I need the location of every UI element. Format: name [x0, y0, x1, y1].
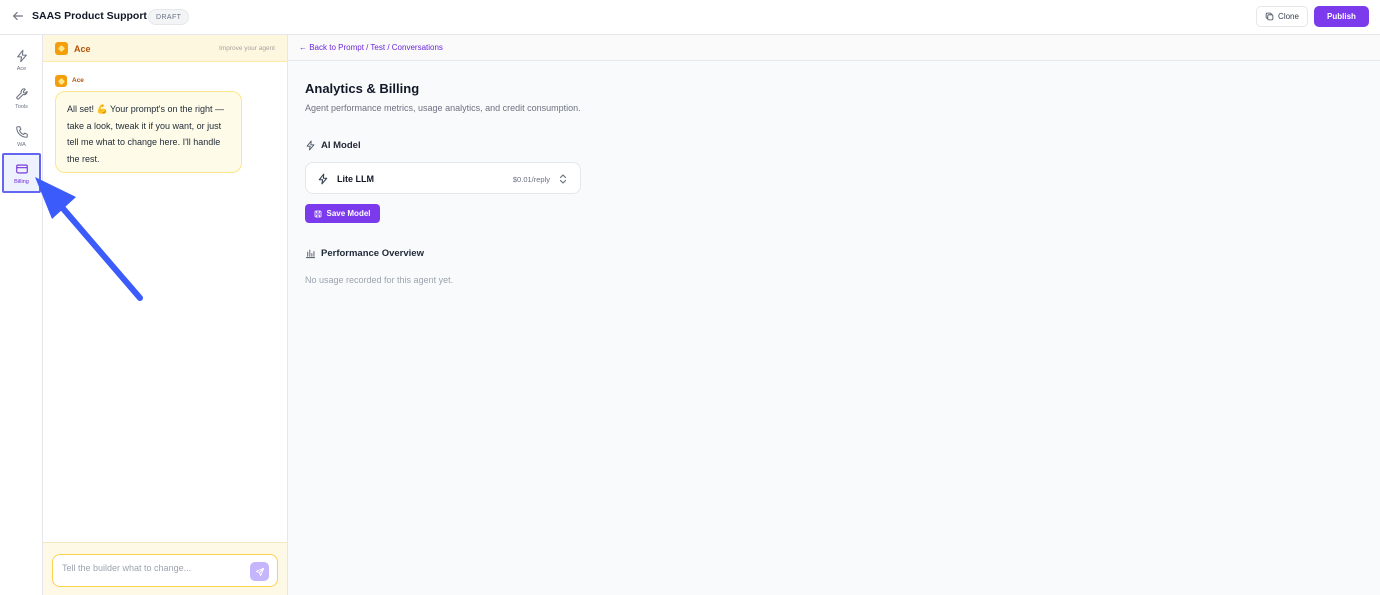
performance-heading-label: Performance Overview	[321, 248, 424, 259]
main-content: ← Back to Prompt / Test / Conversations …	[288, 35, 1380, 595]
builder-chat-panel: Ace Improve your agent Ace All set! 💪 Yo…	[43, 35, 288, 595]
rail-item-label: WA	[17, 141, 26, 148]
page-title: Analytics & Billing	[305, 81, 420, 96]
chat-input-placeholder: Tell the builder what to change...	[62, 563, 192, 573]
rail-item-label: Billing	[14, 178, 29, 185]
performance-heading: Performance Overview	[305, 248, 424, 259]
wrench-icon	[15, 87, 28, 100]
save-model-button[interactable]: Save Model	[305, 204, 380, 223]
agent-title: SAAS Product Support	[32, 10, 147, 22]
message-author: Ace	[72, 77, 84, 84]
publish-button[interactable]: Publish	[1314, 6, 1369, 27]
chat-header: Ace Improve your agent	[43, 35, 287, 62]
left-nav-rail: Ace Tools WA Billing	[0, 35, 43, 595]
chat-header-hint: Improve your agent	[218, 45, 275, 52]
rail-item-label: Tools	[15, 103, 28, 110]
page-subtitle: Agent performance metrics, usage analyti…	[305, 103, 581, 113]
credit-card-icon	[15, 164, 28, 173]
send-button[interactable]	[250, 562, 269, 581]
rail-item-wa[interactable]: WA	[2, 118, 41, 154]
rail-item-tools[interactable]: Tools	[2, 80, 41, 116]
model-price: $0.01/reply	[512, 175, 550, 184]
ai-model-heading-label: AI Model	[321, 140, 361, 151]
bolt-icon	[318, 173, 328, 185]
breadcrumb-bar: ← Back to Prompt / Test / Conversations	[288, 35, 1380, 61]
save-model-label: Save Model	[326, 209, 371, 218]
model-name: Lite LLM	[337, 174, 374, 184]
ace-avatar-icon	[55, 42, 68, 55]
status-badge: DRAFT	[148, 9, 190, 25]
message-avatar-icon	[55, 75, 67, 87]
chevron-up-down-icon	[559, 174, 567, 184]
rail-item-ace[interactable]: Ace	[2, 42, 41, 78]
rail-item-label: Ace	[16, 65, 27, 72]
bolt-icon	[16, 49, 27, 62]
save-icon	[315, 210, 322, 217]
composer-area: Tell the builder what to change...	[43, 542, 287, 595]
chat-message-bubble: All set! 💪 Your prompt's on the right — …	[55, 91, 242, 173]
bar-chart-icon	[305, 249, 316, 259]
model-select[interactable]: Lite LLM $0.01/reply	[305, 162, 581, 194]
ai-model-heading: AI Model	[305, 140, 361, 151]
empty-usage-message: No usage recorded for this agent yet.	[305, 275, 454, 285]
top-bar: SAAS Product Support DRAFT Clone Publish	[0, 0, 1380, 35]
phone-icon	[15, 125, 28, 138]
clone-button-label: Clone	[1278, 12, 1299, 21]
clone-button[interactable]: Clone	[1256, 6, 1308, 27]
copy-icon	[1265, 12, 1274, 21]
back-arrow-icon[interactable]	[11, 9, 25, 23]
breadcrumb[interactable]: ← Back to Prompt / Test / Conversations	[299, 43, 443, 52]
send-icon	[255, 567, 264, 576]
bolt-icon	[306, 140, 315, 151]
chat-header-name: Ace	[74, 44, 91, 54]
rail-item-billing[interactable]: Billing	[2, 153, 41, 193]
chat-input[interactable]: Tell the builder what to change...	[52, 554, 278, 587]
